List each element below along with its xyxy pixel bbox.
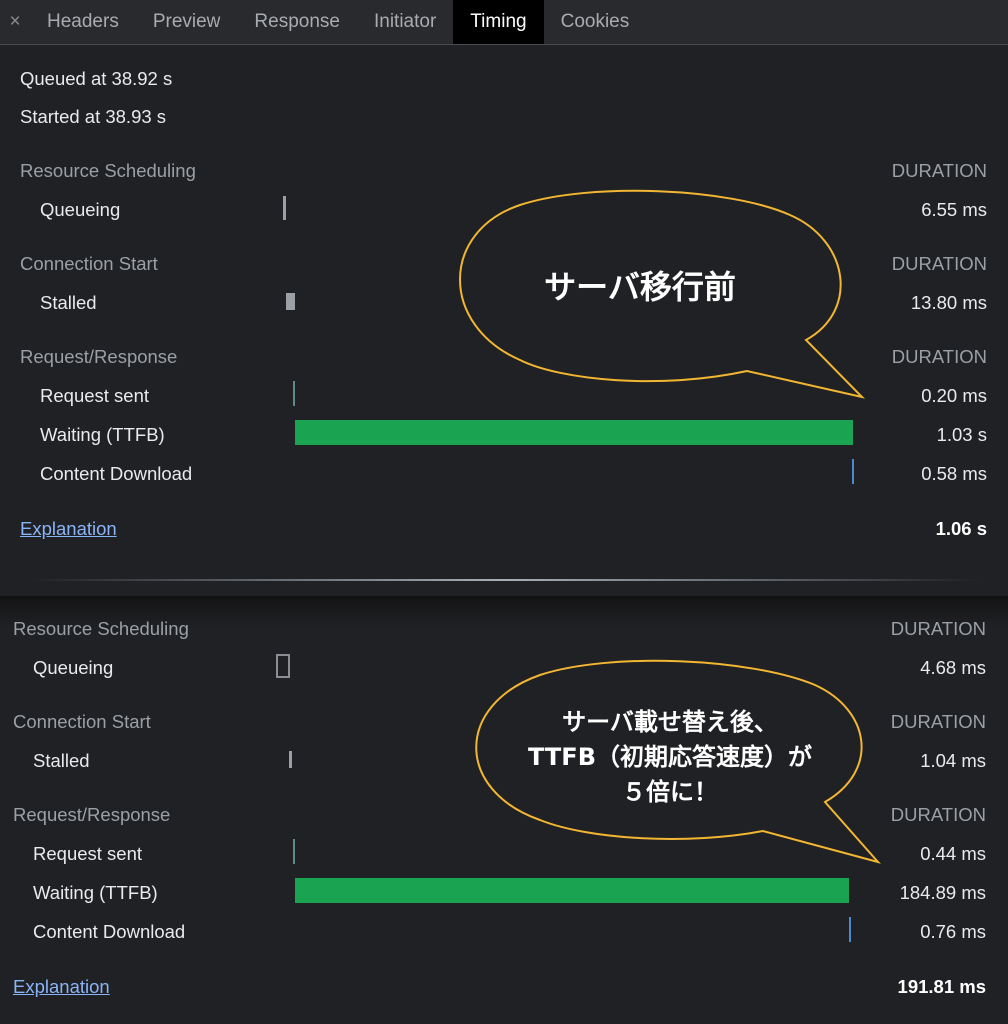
callout-after-line: TTFB（初期応答速度）が	[528, 743, 812, 771]
callout-after-text: サーバ載せ替え後、 TTFB（初期応答速度）が ５倍に！	[490, 705, 850, 810]
speech-bubble-after	[475, 659, 881, 864]
callout-after-line: ５倍に！	[622, 778, 718, 806]
callout-after-line: サーバ載せ替え後、	[562, 708, 778, 736]
